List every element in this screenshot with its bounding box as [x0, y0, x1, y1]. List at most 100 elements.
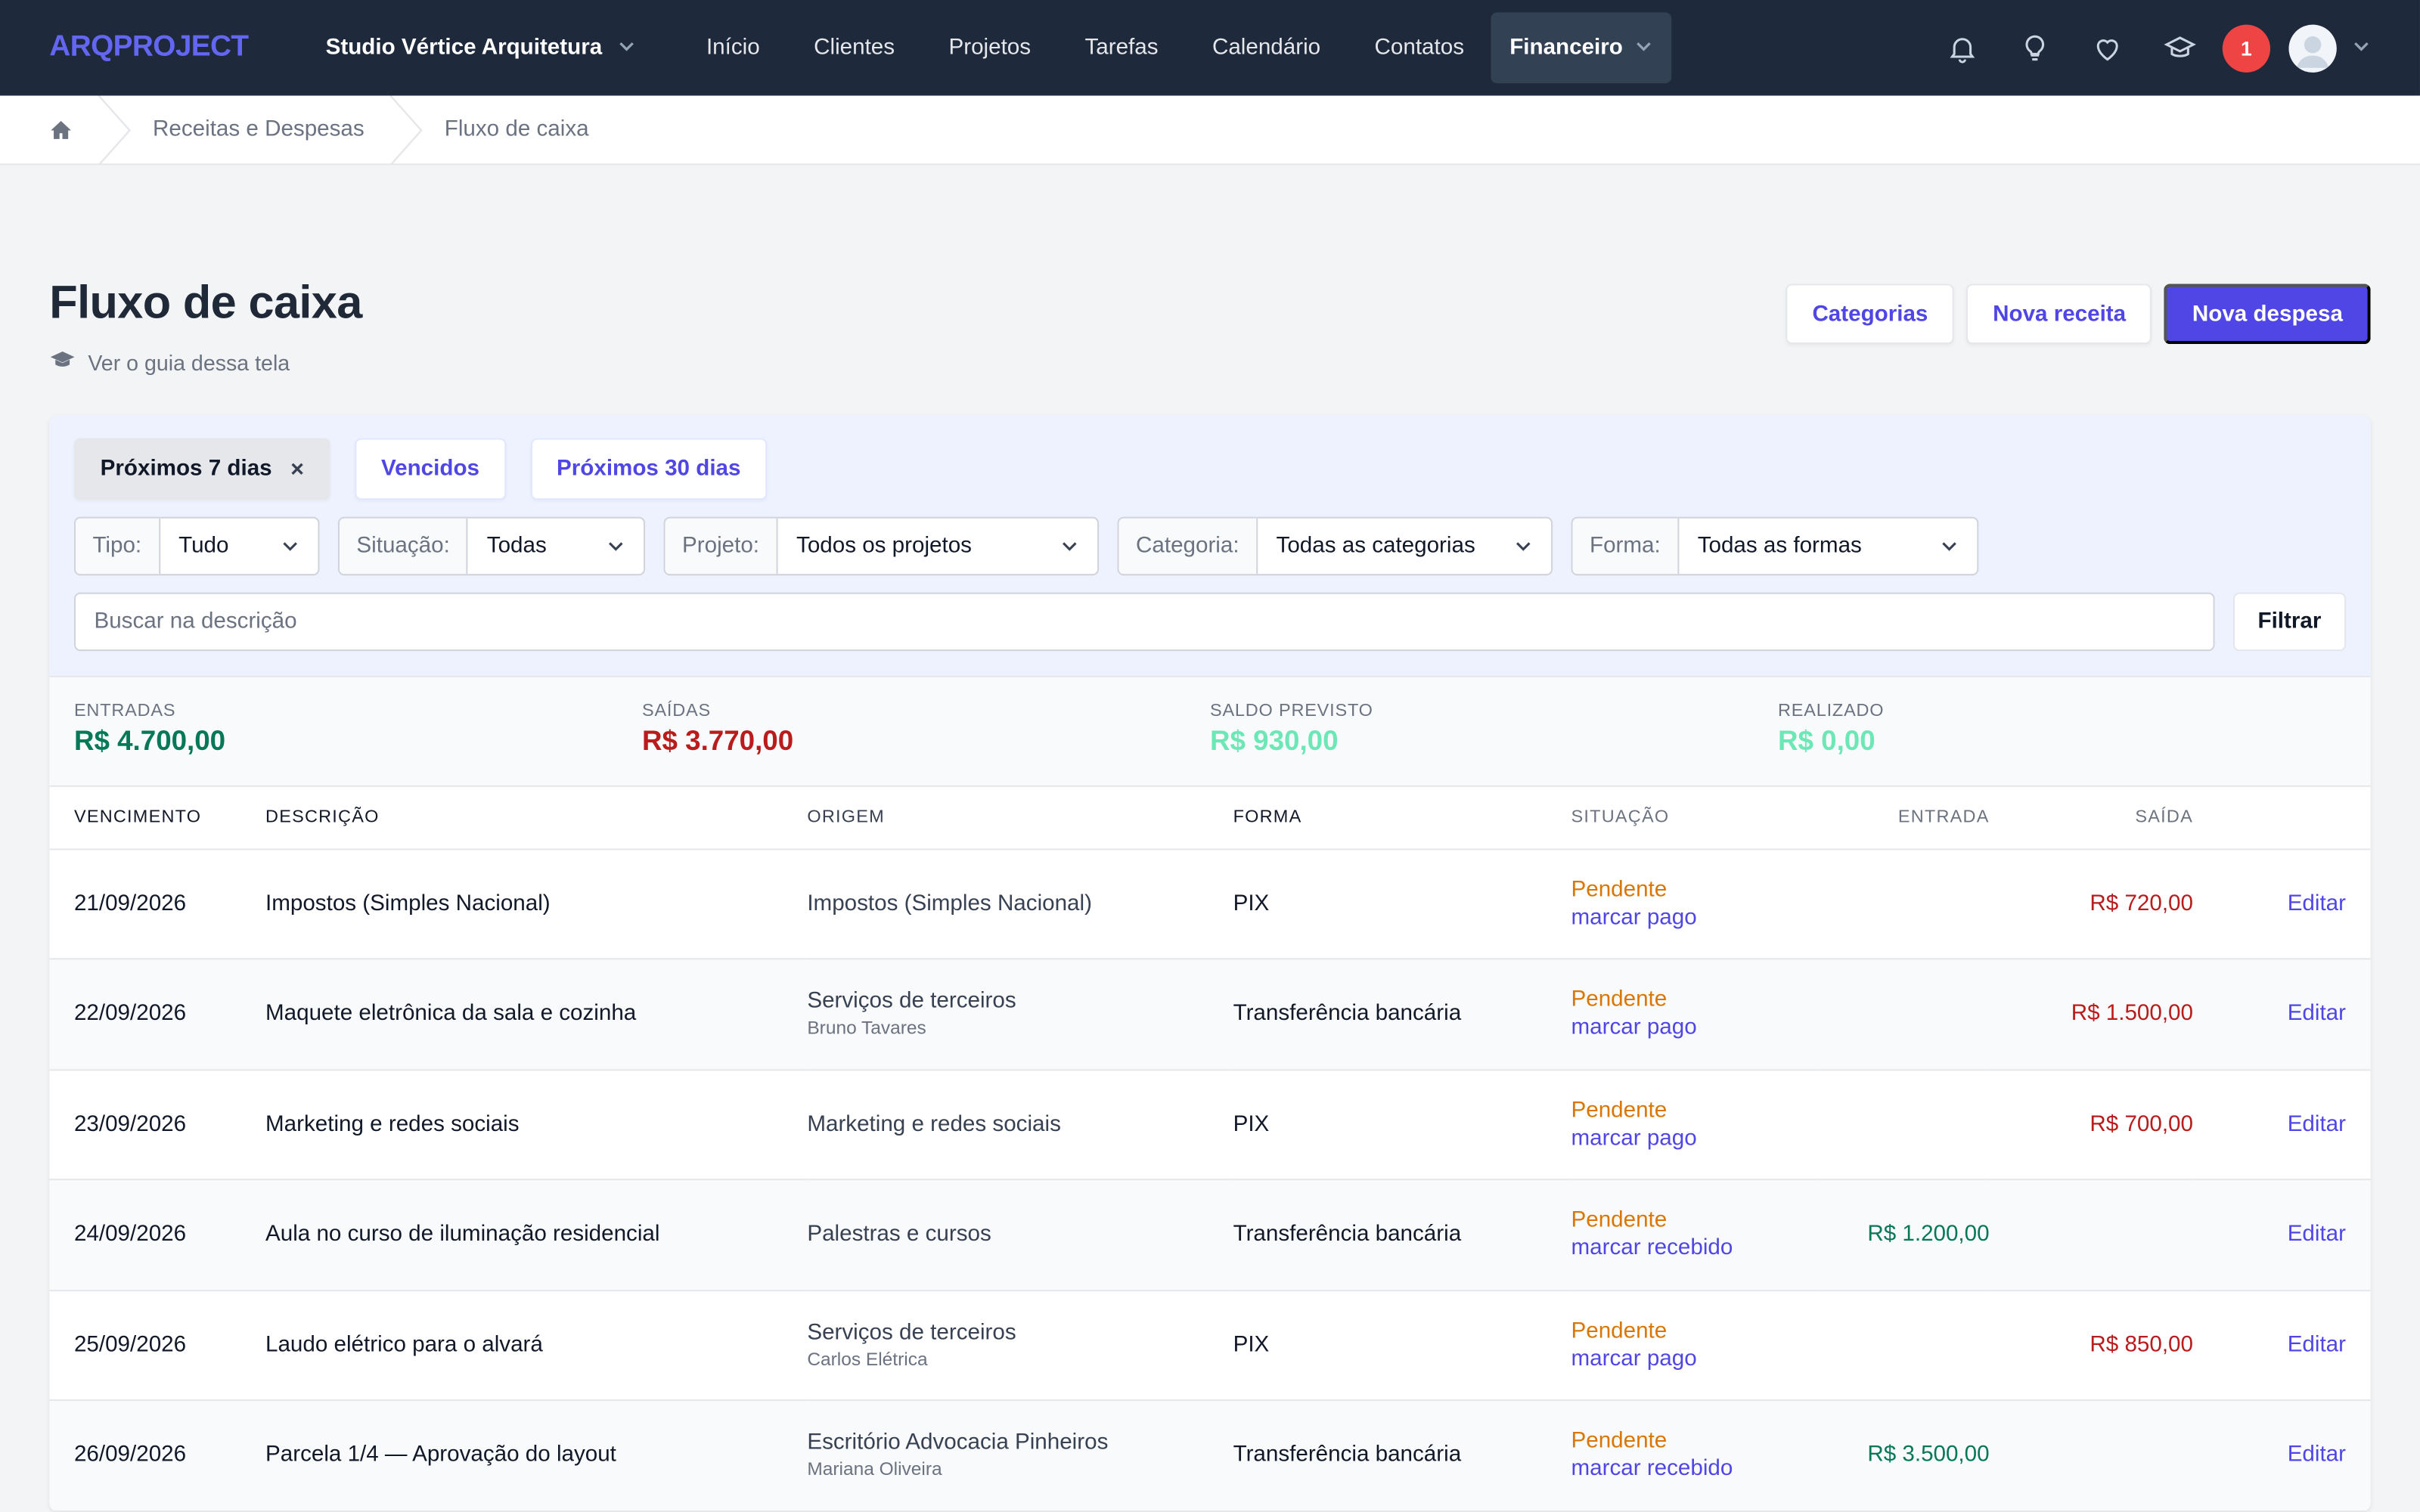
- origin-category: Marketing e redes sociais: [807, 1111, 1061, 1137]
- chip-proximos-7-dias[interactable]: Próximos 7 dias ×: [73, 438, 330, 500]
- tipo-select[interactable]: Tipo: Tudo: [73, 516, 320, 576]
- cell-entrada: [1818, 1069, 1990, 1179]
- page-title: Fluxo de caixa: [49, 277, 362, 329]
- cell-forma: PIX: [1233, 1111, 1270, 1137]
- avatar[interactable]: [2288, 23, 2337, 72]
- nav-link-financeiro-label: Financeiro: [1509, 35, 1623, 60]
- filtrar-button[interactable]: Filtrar: [2232, 592, 2347, 652]
- breadcrumb-item-receitas[interactable]: Receitas e Despesas: [153, 117, 365, 142]
- mark-paid-link[interactable]: marcar pago: [1571, 1346, 1819, 1371]
- graduation-cap-icon: [49, 347, 76, 378]
- cell-origem: Marketing e redes sociais: [807, 1069, 1233, 1179]
- projeto-select[interactable]: Projeto: Todos os projetos: [663, 516, 1100, 576]
- cell-saida: [1990, 1179, 2193, 1290]
- heart-icon[interactable]: [2071, 17, 2144, 79]
- cell-forma: Transferência bancária: [1233, 1001, 1462, 1027]
- column-header-entrada[interactable]: ENTRADA: [1818, 786, 1990, 850]
- nova-despesa-button[interactable]: Nova despesa: [2164, 284, 2371, 345]
- total-label: SAÍDAS: [641, 702, 711, 721]
- nova-receita-button[interactable]: Nova receita: [1966, 284, 2152, 345]
- column-header-forma[interactable]: FORMA: [1233, 786, 1571, 850]
- total-label: REALIZADO: [1778, 702, 1885, 721]
- column-header-saida[interactable]: SAÍDA: [1989, 786, 2193, 850]
- mark-paid-link[interactable]: marcar pago: [1571, 1126, 1819, 1151]
- mark-paid-link[interactable]: marcar pago: [1571, 1015, 1819, 1040]
- chip-vencidos[interactable]: Vencidos: [355, 438, 506, 500]
- table-row: 22/09/2026 Maquete eletrônica da sala e c…: [49, 959, 2371, 1070]
- origin-contact: Mariana Oliveira: [807, 1458, 942, 1480]
- breadcrumb-item-fluxo[interactable]: Fluxo de caixa: [445, 117, 589, 142]
- total-value: R$ 0,00: [1778, 725, 1876, 756]
- search-row: Filtrar: [73, 592, 2347, 652]
- app-logo[interactable]: ARQPROJECT: [49, 31, 249, 65]
- cashflow-card: Próximos 7 dias × Vencidos Próximos 30 d…: [49, 414, 2371, 1511]
- edit-link[interactable]: Editar: [2193, 848, 2371, 959]
- status-badge: Pendente: [1571, 1098, 1668, 1123]
- nav-link-financeiro[interactable]: Financeiro: [1491, 12, 1673, 84]
- column-header-origem[interactable]: ORIGEM: [807, 786, 1233, 850]
- chip-proximos-30-dias[interactable]: Próximos 30 dias: [530, 438, 768, 500]
- cell-origem: Palestras e cursos: [807, 1179, 1233, 1290]
- cell-situacao: Pendente marcar recebido: [1571, 1400, 1819, 1510]
- categoria-select[interactable]: Categoria: Todas as categorias: [1117, 516, 1553, 576]
- cell-situacao: Pendente marcar pago: [1571, 959, 1819, 1069]
- studio-name: Studio Vértice Arquitetura: [325, 35, 603, 60]
- chevron-down-icon: [1063, 542, 1077, 551]
- chevron-down-icon[interactable]: [2352, 36, 2370, 60]
- close-icon[interactable]: ×: [290, 456, 304, 482]
- breadcrumb-separator: [389, 94, 423, 166]
- cell-entrada: [1818, 848, 1990, 959]
- nav-actions: 1: [1926, 17, 2371, 79]
- cell-saida: R$ 700,00: [2090, 1111, 2193, 1137]
- cell-descricao: Marketing e redes sociais: [265, 1111, 520, 1137]
- nav-link-calendario[interactable]: Calendário: [1185, 12, 1348, 83]
- total-realizado: REALIZADO R$ 0,00: [1778, 702, 2346, 758]
- lightbulb-icon[interactable]: [1999, 17, 2071, 79]
- mark-paid-link[interactable]: marcar pago: [1571, 905, 1819, 930]
- graduation-cap-icon[interactable]: [2144, 17, 2217, 79]
- situacao-select[interactable]: Situação: Todas: [337, 516, 646, 576]
- cell-origem: Serviços de terceiros Carlos Elétrica: [807, 1290, 1233, 1400]
- edit-link[interactable]: Editar: [2193, 1290, 2371, 1400]
- mark-paid-link[interactable]: marcar recebido: [1571, 1236, 1819, 1261]
- cell-descricao: Parcela 1/4 — Aprovação do layout: [265, 1442, 616, 1468]
- search-input[interactable]: [73, 592, 2215, 652]
- total-entradas: ENTRADAS R$ 4.700,00: [74, 702, 642, 758]
- nav-link-contatos[interactable]: Contatos: [1348, 12, 1491, 83]
- edit-link[interactable]: Editar: [2193, 1179, 2371, 1290]
- select-value: Tudo: [178, 534, 229, 559]
- guide-link[interactable]: Ver o guia dessa tela: [49, 347, 361, 378]
- notification-count-badge[interactable]: 1: [2222, 23, 2271, 72]
- breadcrumb-separator: [98, 94, 132, 166]
- forma-select[interactable]: Forma: Todas as formas: [1571, 516, 1979, 576]
- home-icon[interactable]: [49, 118, 73, 141]
- origin-contact: Carlos Elétrica: [807, 1348, 928, 1370]
- column-header-descricao[interactable]: DESCRIÇÃO: [265, 786, 808, 850]
- edit-link[interactable]: Editar: [2193, 1069, 2371, 1179]
- select-value: Todos os projetos: [796, 534, 972, 559]
- studio-switcher[interactable]: Studio Vértice Arquitetura: [326, 36, 636, 60]
- nav-link-tarefas[interactable]: Tarefas: [1058, 12, 1185, 83]
- edit-link[interactable]: Editar: [2193, 1400, 2371, 1510]
- select-label: Projeto:: [665, 518, 778, 575]
- origin-contact: Bruno Tavares: [807, 1017, 926, 1039]
- categorias-button[interactable]: Categorias: [1786, 284, 1955, 345]
- chevron-down-icon: [618, 36, 636, 60]
- status-badge: Pendente: [1571, 1208, 1668, 1234]
- cell-descricao: Impostos (Simples Nacional): [265, 891, 551, 916]
- mark-paid-link[interactable]: marcar recebido: [1571, 1457, 1819, 1482]
- edit-link[interactable]: Editar: [2193, 959, 2371, 1069]
- cell-descricao: Aula no curso de iluminação residencial: [265, 1222, 660, 1247]
- header-actions: Categorias Nova receita Nova despesa: [1786, 284, 2371, 345]
- nav-link-inicio[interactable]: Início: [679, 12, 786, 83]
- column-header-vencimento[interactable]: VENCIMENTO: [49, 786, 266, 850]
- column-header-situacao[interactable]: SITUAÇÃO: [1571, 786, 1819, 850]
- bell-icon[interactable]: [1926, 17, 1999, 79]
- cell-saida: [1990, 1400, 2193, 1510]
- nav-link-projetos[interactable]: Projetos: [922, 12, 1058, 83]
- total-value: R$ 4.700,00: [73, 725, 226, 756]
- chevron-down-icon: [1635, 36, 1653, 60]
- select-value: Todas: [486, 534, 547, 559]
- nav-link-clientes[interactable]: Clientes: [786, 12, 921, 83]
- cell-vencimento: 24/09/2026: [73, 1222, 187, 1247]
